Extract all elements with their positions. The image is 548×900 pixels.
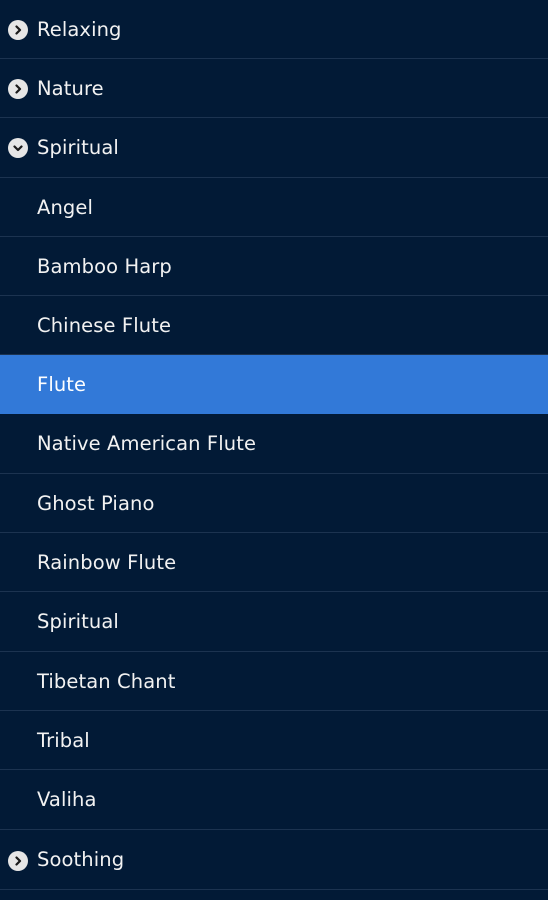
- list-item-valiha[interactable]: Valiha: [0, 770, 548, 830]
- group-label: Nature: [37, 76, 104, 100]
- group-label: Relaxing: [37, 17, 122, 41]
- list-item-tribal[interactable]: Tribal: [0, 711, 548, 770]
- list-item-label: Native American Flute: [37, 432, 257, 455]
- list-item-label: Flute: [37, 372, 87, 396]
- list-item-label: Valiha: [37, 788, 97, 811]
- list-item-native-american-flute[interactable]: Native American Flute: [0, 414, 548, 474]
- list-item-label: Tibetan Chant: [37, 669, 176, 693]
- chevron-right-icon: [8, 20, 28, 40]
- list-item-ghost-piano[interactable]: Ghost Piano: [0, 474, 548, 533]
- list-item-label: Chinese Flute: [37, 313, 172, 337]
- list-item-bamboo-harp[interactable]: Bamboo Harp: [0, 237, 548, 296]
- list-item-spiritual[interactable]: Spiritual: [0, 592, 548, 652]
- chevron-down-icon: [8, 138, 28, 158]
- chevron-right-icon: [8, 79, 28, 99]
- list-item-label: Ghost Piano: [37, 491, 155, 515]
- sound-category-list: Relaxing Nature Spiritual Angel Bamboo H…: [0, 0, 548, 900]
- group-relaxing[interactable]: Relaxing: [0, 0, 548, 59]
- list-item-chinese-flute[interactable]: Chinese Flute: [0, 296, 548, 355]
- list-item-tibetan-chant[interactable]: Tibetan Chant: [0, 652, 548, 711]
- list-item-label: Rainbow Flute: [37, 550, 177, 574]
- list-item-label: Angel: [37, 195, 93, 219]
- list-item-label: Bamboo Harp: [37, 254, 172, 278]
- list-item-rainbow-flute[interactable]: Rainbow Flute: [0, 533, 548, 592]
- group-label: Soothing: [37, 848, 125, 871]
- group-soothing[interactable]: Soothing: [0, 830, 548, 890]
- list-item-label: Spiritual: [37, 610, 119, 633]
- list-item-label: Tribal: [37, 728, 90, 752]
- list-item-flute-selected[interactable]: Flute: [0, 355, 548, 414]
- group-nature[interactable]: Nature: [0, 59, 548, 118]
- chevron-right-icon: [8, 851, 28, 871]
- group-label: Spiritual: [37, 136, 119, 159]
- group-spiritual[interactable]: Spiritual: [0, 118, 548, 178]
- list-item-angel[interactable]: Angel: [0, 178, 548, 237]
